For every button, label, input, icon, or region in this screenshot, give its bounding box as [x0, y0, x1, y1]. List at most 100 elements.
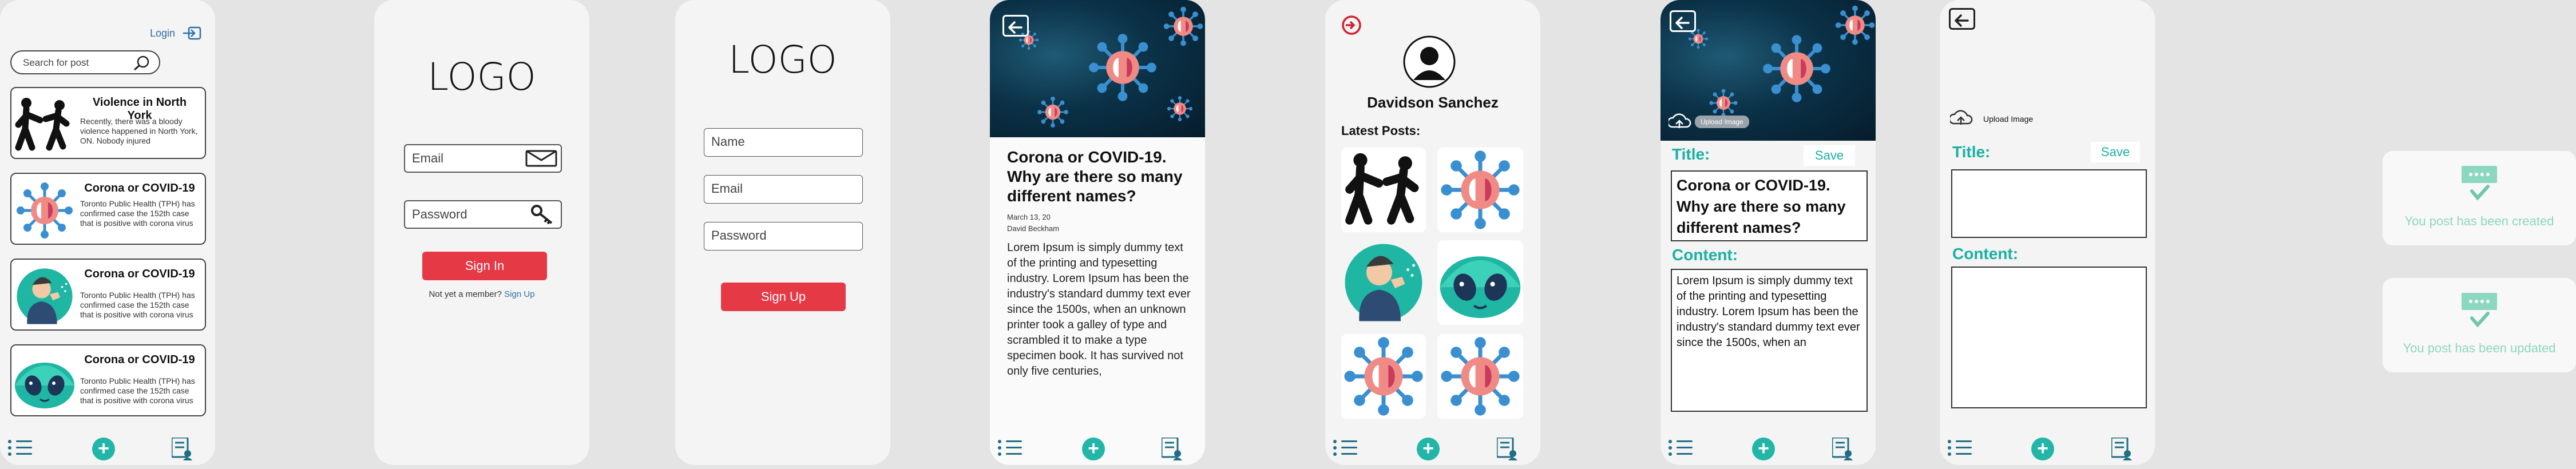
- edit-post-screen: Upload Image Title: Save Corona or COVID…: [1660, 0, 1876, 465]
- post-updated-toast: You post has been updated: [2383, 278, 2576, 372]
- profile-posts-icon[interactable]: [2111, 438, 2133, 460]
- feed-screen: Login Search for post Violence in North …: [0, 0, 215, 465]
- login-icon[interactable]: [182, 26, 201, 40]
- profile-posts-icon[interactable]: [1162, 438, 1183, 460]
- list-icon[interactable]: [8, 440, 33, 457]
- article-screen: Corona or COVID-19. Why are there so man…: [990, 0, 1205, 465]
- email-placeholder: Email: [711, 181, 743, 196]
- bottom-nav: +: [1325, 432, 1540, 465]
- success-check-icon: [2462, 166, 2497, 201]
- content-input[interactable]: [1951, 267, 2147, 408]
- profile-screen: Davidson Sanchez Latest Posts: +: [1325, 0, 1540, 465]
- profile-name: Davidson Sanchez: [1367, 94, 1499, 111]
- save-button[interactable]: Save: [1804, 145, 1855, 166]
- post-title: Corona or COVID-19: [84, 182, 195, 194]
- search-icon[interactable]: [133, 55, 151, 74]
- violence-illustration-icon: [15, 97, 72, 152]
- list-icon[interactable]: [1948, 440, 1973, 457]
- post-thumbnail[interactable]: [1437, 334, 1523, 419]
- add-post-button[interactable]: +: [1417, 438, 1440, 460]
- post-header-image: Upload Image: [1660, 0, 1876, 141]
- post-thumbnail[interactable]: [1341, 148, 1426, 232]
- signin-button[interactable]: Sign In: [422, 252, 547, 280]
- signup-screen: LOGO Name Email Password Sign Up: [675, 0, 890, 465]
- profile-posts-icon[interactable]: [1832, 438, 1854, 460]
- upload-cloud-icon[interactable]: [1950, 109, 1973, 127]
- violence-illustration-icon: [1341, 148, 1426, 232]
- back-arrow-icon[interactable]: [1002, 15, 1029, 37]
- post-description: Toronto Public Health (TPH) has confirme…: [80, 199, 195, 228]
- virus-illustration-icon: [1437, 334, 1523, 419]
- man-coughing-illustration-icon: [1345, 244, 1422, 321]
- bottom-nav: +: [990, 432, 1205, 465]
- post-title: Corona or COVID-19: [84, 268, 195, 280]
- signin-screen: LOGO Email Password Sign In Not yet a me…: [374, 0, 589, 465]
- toast-message: You post has been updated: [2403, 341, 2556, 355]
- success-check-icon: [2462, 293, 2497, 328]
- signup-prompt: Not yet a member? Sign Up: [374, 289, 589, 299]
- back-arrow-icon[interactable]: [1949, 8, 1975, 30]
- content-label: Content:: [1672, 246, 1738, 264]
- add-post-button[interactable]: +: [92, 438, 115, 460]
- post-title: Corona or COVID-19: [84, 353, 195, 366]
- post-card[interactable]: Corona or COVID-19 Toronto Public Health…: [10, 173, 206, 245]
- logout-icon[interactable]: [1341, 15, 1362, 38]
- logo: LOGO: [427, 55, 536, 99]
- add-post-button[interactable]: +: [2031, 438, 2054, 460]
- article-title: Corona or COVID-19. Why are there so man…: [1007, 148, 1183, 205]
- password-placeholder: Password: [711, 228, 767, 243]
- password-placeholder: Password: [412, 207, 467, 221]
- upload-cloud-icon[interactable]: [1669, 112, 1691, 130]
- article-header-image: [990, 0, 1205, 137]
- profile-posts-icon[interactable]: [172, 438, 193, 460]
- bottom-nav: +: [0, 432, 215, 465]
- post-description: Recently, there was a bloody violence ha…: [80, 117, 198, 145]
- title-input[interactable]: Corona or COVID-19. Why are there so man…: [1671, 170, 1868, 241]
- add-post-button[interactable]: +: [1752, 438, 1775, 460]
- email-placeholder: Email: [412, 151, 444, 165]
- add-post-button[interactable]: +: [1082, 438, 1105, 460]
- alien-face-illustration-icon: [1437, 240, 1523, 325]
- post-card[interactable]: Violence in North York Recently, there w…: [10, 87, 206, 159]
- post-thumbnail[interactable]: [1437, 240, 1523, 325]
- upload-image-button[interactable]: Upload Image: [1695, 116, 1749, 128]
- logo: LOGO: [728, 38, 837, 82]
- latest-posts-label: Latest Posts:: [1341, 124, 1421, 138]
- virus-illustration-icon: [1437, 148, 1523, 232]
- content-input[interactable]: Lorem Ipsum is simply dummy text of the …: [1671, 269, 1868, 412]
- back-arrow-icon[interactable]: [1670, 10, 1696, 32]
- article-author: David Beckham: [1007, 224, 1060, 233]
- list-icon[interactable]: [998, 440, 1023, 457]
- post-card[interactable]: Corona or COVID-19 Toronto Public Health…: [10, 344, 206, 416]
- alien-face-illustration-icon: [14, 361, 76, 410]
- login-link[interactable]: Login: [150, 27, 175, 39]
- post-thumbnail[interactable]: [1437, 148, 1523, 232]
- signup-prompt-text: Not yet a member?: [429, 289, 502, 299]
- upload-image-button[interactable]: Upload Image: [1983, 114, 2033, 124]
- save-button[interactable]: Save: [2091, 142, 2140, 162]
- post-card[interactable]: Corona or COVID-19 Toronto Public Health…: [10, 259, 206, 331]
- email-field[interactable]: Email: [704, 175, 863, 204]
- password-field[interactable]: Password: [704, 222, 863, 251]
- list-icon[interactable]: [1333, 440, 1358, 457]
- signup-link[interactable]: Sign Up: [504, 289, 534, 299]
- signup-button[interactable]: Sign Up: [721, 283, 846, 311]
- profile-posts-icon[interactable]: [1497, 438, 1519, 460]
- post-thumbnail[interactable]: [1341, 334, 1426, 419]
- list-icon[interactable]: [1669, 440, 1694, 457]
- post-description: Toronto Public Health (TPH) has confirme…: [80, 291, 195, 319]
- create-post-screen: Upload Image Title: Save Content: +: [1940, 0, 2155, 465]
- man-coughing-illustration-icon: [17, 268, 73, 324]
- title-label: Title:: [1672, 145, 1710, 163]
- post-description: Toronto Public Health (TPH) has confirme…: [80, 376, 195, 405]
- search-input[interactable]: Search for post: [23, 57, 89, 69]
- name-field[interactable]: Name: [704, 128, 863, 157]
- key-icon: [530, 204, 555, 227]
- toast-message: You post has been created: [2404, 214, 2554, 228]
- virus-illustration-icon: [15, 181, 74, 240]
- post-thumbnail[interactable]: [1341, 240, 1426, 325]
- content-label: Content:: [1952, 245, 2019, 263]
- search-bar[interactable]: Search for post: [10, 50, 160, 74]
- virus-illustration-icon: [1341, 334, 1426, 419]
- title-input[interactable]: [1951, 169, 2147, 238]
